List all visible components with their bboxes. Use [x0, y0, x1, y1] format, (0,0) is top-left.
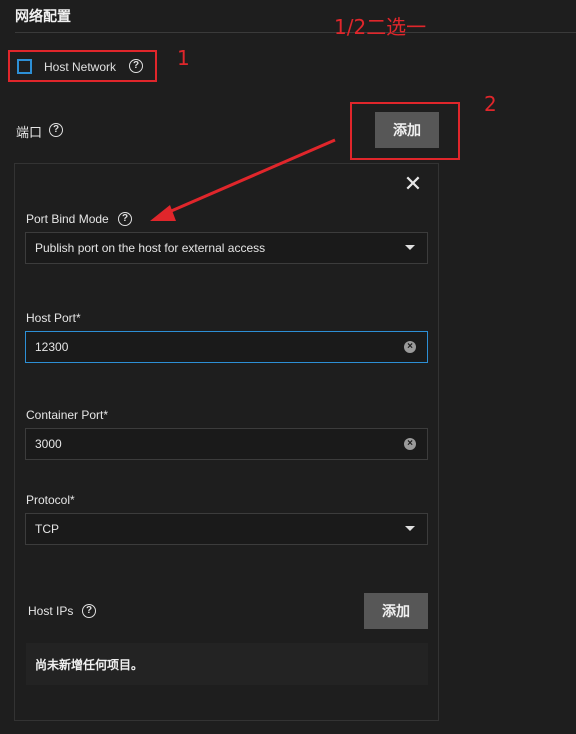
host-network-label: Host Network — [44, 60, 117, 74]
host-port-value: 12300 — [35, 340, 69, 354]
section-title: 网络配置 — [15, 9, 71, 25]
port-bind-mode-select[interactable]: Publish port on the host for external ac… — [25, 232, 428, 264]
annotation-step-1: 1 — [177, 46, 190, 70]
chevron-down-icon — [405, 526, 415, 531]
section-divider — [15, 32, 576, 33]
annotation-arrow — [150, 138, 336, 221]
port-bind-mode-label: Port Bind Mode — [26, 212, 109, 226]
annotation-choose-one: 1/2二选一 — [334, 15, 427, 39]
protocol-label: Protocol* — [26, 493, 75, 507]
container-port-value: 3000 — [35, 437, 62, 451]
help-icon[interactable]: ? — [82, 604, 96, 618]
host-port-label: Host Port* — [26, 311, 81, 325]
annotation-step-2: 2 — [484, 92, 497, 116]
host-port-input[interactable]: 12300 × — [25, 331, 428, 363]
help-icon[interactable]: ? — [49, 123, 63, 137]
host-ips-empty-state: 尚未新增任何项目。 — [26, 643, 428, 685]
ports-label: 端口 — [16, 126, 43, 141]
help-icon[interactable]: ? — [129, 59, 143, 73]
clear-icon[interactable]: × — [404, 341, 416, 353]
host-network-checkbox[interactable] — [17, 59, 32, 74]
add-host-ip-button[interactable]: 添加 — [364, 593, 428, 629]
protocol-select[interactable]: TCP — [25, 513, 428, 545]
host-ips-label: Host IPs — [28, 604, 74, 618]
port-bind-mode-value: Publish port on the host for external ac… — [35, 241, 266, 255]
container-port-input[interactable]: 3000 × — [25, 428, 428, 460]
chevron-down-icon — [405, 245, 415, 250]
add-port-button[interactable]: 添加 — [375, 112, 439, 148]
help-icon[interactable]: ? — [118, 212, 132, 226]
container-port-label: Container Port* — [26, 408, 109, 422]
close-icon[interactable]: ✕ — [402, 173, 424, 195]
clear-icon[interactable]: × — [404, 438, 416, 450]
protocol-value: TCP — [35, 522, 59, 536]
